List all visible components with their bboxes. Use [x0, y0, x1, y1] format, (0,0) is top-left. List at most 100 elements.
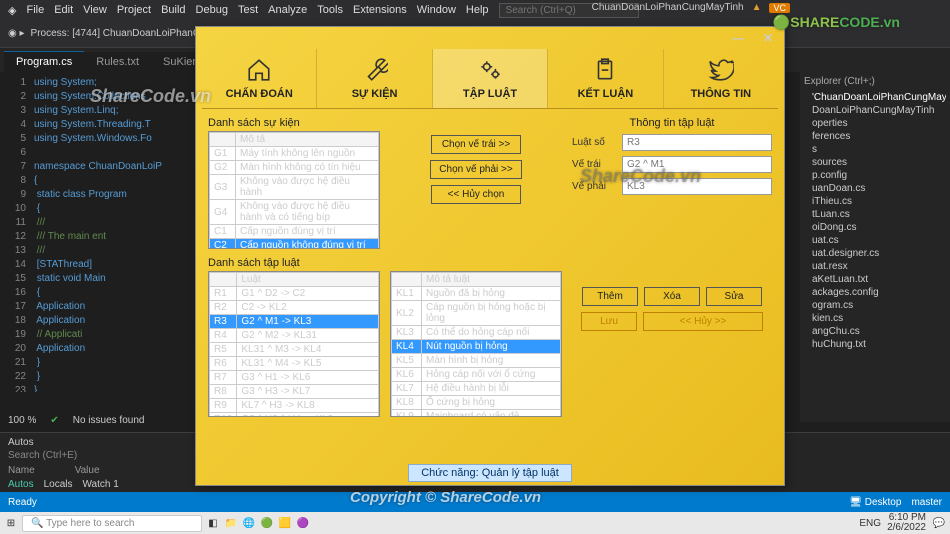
list-row[interactable]: KL3Có thể do hỏng cáp nối: [392, 326, 561, 340]
vs-icon[interactable]: 🟣: [296, 516, 310, 530]
explorer-icon[interactable]: 📁: [224, 516, 238, 530]
list-row[interactable]: G2Màn hình không có tín hiệu: [210, 161, 379, 175]
autos-tab-autos[interactable]: Autos: [8, 479, 34, 490]
taskbar-search[interactable]: 🔍 Type here to search: [22, 515, 202, 532]
solution-item[interactable]: ackages.config: [804, 286, 946, 299]
choose-right-button[interactable]: Chọn vế phải >>: [430, 160, 521, 179]
menu-project[interactable]: Project: [117, 4, 151, 16]
edit-button[interactable]: Sửa: [706, 287, 762, 306]
minimize-button[interactable]: —: [728, 30, 748, 46]
solution-item[interactable]: ogram.cs: [804, 299, 946, 312]
chrome-icon[interactable]: 🟢: [260, 516, 274, 530]
list-row[interactable]: KL7Hệ điều hành bị lỗi: [392, 382, 561, 396]
list-row[interactable]: R5KL31 ^ M3 -> KL4: [210, 343, 379, 357]
save-button[interactable]: Lưu: [581, 312, 637, 331]
events-listbox[interactable]: Mô tảG1Máy tính không lên nguồnG2Màn hìn…: [208, 131, 380, 249]
list-row[interactable]: R1G1 ^ D2 -> C2: [210, 287, 379, 301]
list-row[interactable]: KL1Nguồn đã bị hỏng: [392, 287, 561, 301]
back-icon[interactable]: ◉ ▸: [8, 28, 25, 39]
task-view-icon[interactable]: ◧: [206, 516, 220, 530]
list-row[interactable]: R7G3 ^ H1 -> KL6: [210, 371, 379, 385]
list-row[interactable]: G1Máy tính không lên nguồn: [210, 147, 379, 161]
list-row[interactable]: KL6Hỏng cáp nối với ổ cứng: [392, 368, 561, 382]
choose-left-button[interactable]: Chọn vế trái >>: [431, 135, 521, 154]
tab-rules[interactable]: Rules.txt: [84, 52, 151, 72]
solution-item[interactable]: uat.designer.cs: [804, 247, 946, 260]
cancel-choice-button[interactable]: << Hủy chọn: [431, 185, 521, 204]
menu-tools[interactable]: Tools: [317, 4, 343, 16]
solution-item[interactable]: aKetLuan.txt: [804, 273, 946, 286]
app-window: — ✕ CHẤN ĐOÁNSỰ KIỆNTẬP LUẬTKẾT LUẬNTHÔN…: [195, 26, 785, 486]
solution-search[interactable]: Explorer (Ctrl+;): [804, 76, 946, 87]
solution-item[interactable]: operties: [804, 117, 946, 130]
app-tab-3[interactable]: KẾT LUẬN: [548, 49, 663, 108]
solution-item[interactable]: angChu.cs: [804, 325, 946, 338]
menu-test[interactable]: Test: [238, 4, 258, 16]
app-tab-1[interactable]: SỰ KIỆN: [317, 49, 432, 108]
solution-item[interactable]: ferences: [804, 130, 946, 143]
rule-right-input[interactable]: [622, 178, 772, 195]
start-icon[interactable]: ⊞: [4, 516, 18, 530]
bird-icon: [708, 57, 734, 86]
list-row[interactable]: KL2Cáp nguồn bị hỏng hoặc bị lỏng: [392, 301, 561, 326]
rule-left-input[interactable]: [622, 156, 772, 173]
solution-item[interactable]: DoanLoiPhanCungMayTinh: [804, 104, 946, 117]
list-row[interactable]: R4G2 ^ M2 -> KL31: [210, 329, 379, 343]
app-tab-4[interactable]: THÔNG TIN: [664, 49, 778, 108]
rule-right-label: Vế phải: [572, 181, 616, 192]
autos-tab-watch[interactable]: Watch 1: [82, 479, 118, 490]
menu-debug[interactable]: Debug: [196, 4, 228, 16]
list-row[interactable]: C2Cấp nguồn không đúng vị trí: [210, 239, 379, 250]
list-row[interactable]: R6KL31 ^ M4 -> KL5: [210, 357, 379, 371]
delete-button[interactable]: Xóa: [644, 287, 700, 306]
solution-item[interactable]: s: [804, 143, 946, 156]
solution-explorer[interactable]: Explorer (Ctrl+;) 'ChuanDoanLoiPhanCungM…: [800, 72, 950, 422]
tab-program[interactable]: Program.cs: [4, 51, 84, 72]
solution-item[interactable]: uat.cs: [804, 234, 946, 247]
autos-tab-locals[interactable]: Locals: [44, 479, 73, 490]
menu-build[interactable]: Build: [161, 4, 185, 16]
menu-extensions[interactable]: Extensions: [353, 4, 407, 16]
solution-item[interactable]: uat.resx: [804, 260, 946, 273]
edge-icon[interactable]: 🌐: [242, 516, 256, 530]
undo-button[interactable]: << Hủy >>: [643, 312, 763, 331]
list-row[interactable]: KL5Màn hình bị hỏng: [392, 354, 561, 368]
list-row[interactable]: G4Không vào được hệ điều hành và có tiến…: [210, 200, 379, 225]
close-button[interactable]: ✕: [758, 30, 778, 46]
app-icon[interactable]: 🟨: [278, 516, 292, 530]
menu-file[interactable]: File: [26, 4, 44, 16]
menu-help[interactable]: Help: [466, 4, 489, 16]
solution-item[interactable]: p.config: [804, 169, 946, 182]
list-row[interactable]: KL9Mainboard có vấn đề: [392, 410, 561, 418]
vs-editor[interactable]: 1using System;2using System.Collections3…: [0, 72, 200, 392]
solution-item[interactable]: oiDong.cs: [804, 221, 946, 234]
list-row[interactable]: R8G3 ^ H3 -> KL7: [210, 385, 379, 399]
tray-lang[interactable]: ENG: [859, 518, 881, 529]
list-row[interactable]: C1Cấp nguồn đúng vị trí: [210, 225, 379, 239]
list-row[interactable]: G3Không vào được hệ điều hành: [210, 175, 379, 200]
menu-view[interactable]: View: [83, 4, 107, 16]
rule-no-input[interactable]: [622, 134, 772, 151]
solution-item[interactable]: tLuan.cs: [804, 208, 946, 221]
add-button[interactable]: Thêm: [582, 287, 638, 306]
solution-root[interactable]: 'ChuanDoanLoiPhanCungMayTinh' (1 of 1 pr…: [804, 91, 946, 104]
notification-icon[interactable]: 💬: [932, 516, 946, 530]
rules-listbox[interactable]: LuậtR1G1 ^ D2 -> C2R2C2 -> KL2R3G2 ^ M1 …: [208, 271, 380, 417]
solution-item[interactable]: iThieu.cs: [804, 195, 946, 208]
solution-item[interactable]: uanDoan.cs: [804, 182, 946, 195]
list-row[interactable]: R10G3 ^ H2 ^ H4 -> KL9: [210, 413, 379, 418]
solution-item[interactable]: huChung.txt: [804, 338, 946, 351]
app-tab-2[interactable]: TẬP LUẬT: [433, 49, 548, 108]
menu-window[interactable]: Window: [417, 4, 456, 16]
menu-analyze[interactable]: Analyze: [268, 4, 307, 16]
list-row[interactable]: R3G2 ^ M1 -> KL3: [210, 315, 379, 329]
menu-edit[interactable]: Edit: [54, 4, 73, 16]
solution-item[interactable]: sources: [804, 156, 946, 169]
list-row[interactable]: KL4Nút nguồn bị hỏng: [392, 340, 561, 354]
list-row[interactable]: R2C2 -> KL2: [210, 301, 379, 315]
solution-item[interactable]: kien.cs: [804, 312, 946, 325]
app-tab-0[interactable]: CHẤN ĐOÁN: [202, 49, 317, 108]
kl-listbox[interactable]: Mô tả luậtKL1Nguồn đã bị hỏngKL2Cáp nguồ…: [390, 271, 562, 417]
list-row[interactable]: KL8Ổ cứng bị hỏng: [392, 396, 561, 410]
list-row[interactable]: R9KL7 ^ H3 -> KL8: [210, 399, 379, 413]
